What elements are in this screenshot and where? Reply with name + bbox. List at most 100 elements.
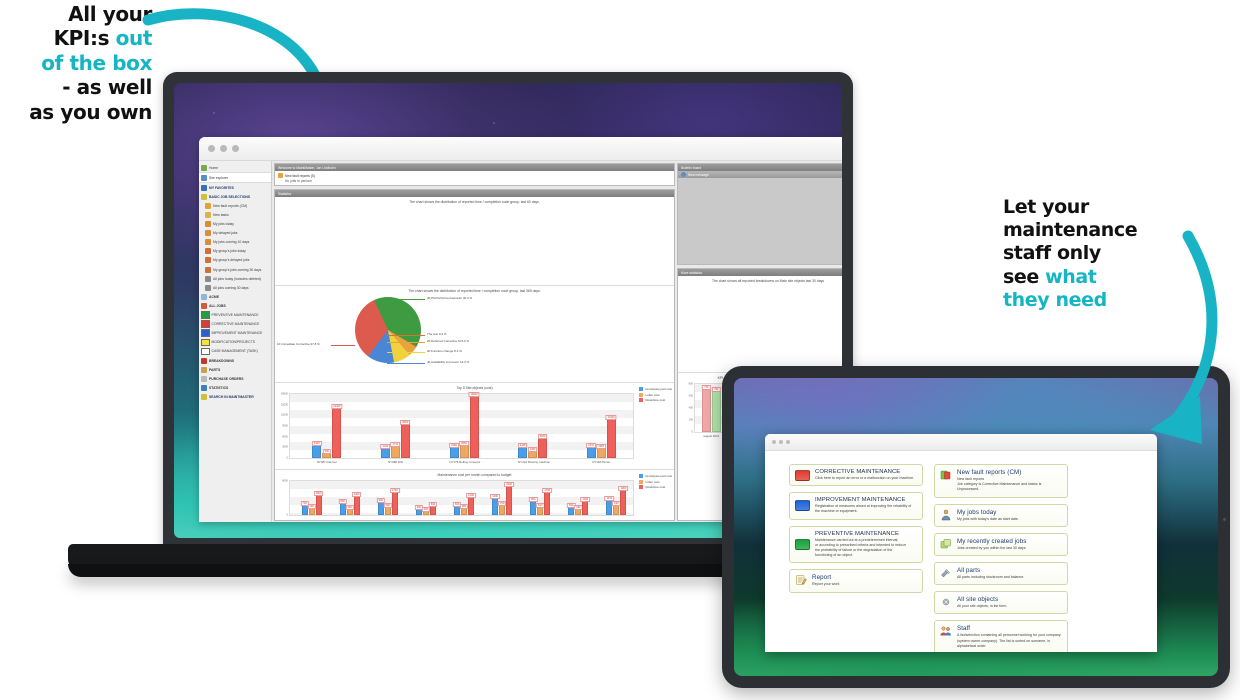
sidebar-item-new-fault-reports-cm[interactable]: New fault reports (CM) [199,201,271,210]
sidebar-item-statistics[interactable]: STATISTICS [199,383,271,392]
sidebar-item-new-tasks[interactable]: New tasks [199,210,271,219]
sidebar-item-preventive-maintenance[interactable]: PREVENTIVE MAINTENANCE [199,311,271,320]
card-text: Staff A list/selection containing all per… [957,625,1062,649]
sidebar-item-my-group-s-jobs-today[interactable]: My group's jobs today [199,247,271,256]
y-axis-tick: 600 [688,394,693,398]
new-message-button[interactable]: New message [678,171,842,178]
card-description: All parts including stockroom and balanc… [957,575,1025,580]
maintenance-card-improvement-maintenance[interactable]: IMPROVEMENT MAINTENANCE Registration of m… [789,492,923,520]
window-dot-close[interactable] [772,440,776,444]
bar-value-label: 700 [497,500,507,506]
sidebar-item-site-explorer[interactable]: Site explorer [199,172,271,184]
sidebar-item-basic-job-selections[interactable]: BASIC JOB SELECTIONS [199,192,271,201]
gear-icon [942,598,950,606]
maintmaster-tablet-window[interactable]: CORRECTIVE MAINTENANCE Click here to repo… [765,434,1157,652]
sidebar-item-acme[interactable]: ACME [199,292,271,301]
card-description: Registration of measures aimed at improv… [815,504,912,514]
sidebar-item-icon [201,357,207,364]
card-title: Staff [957,625,971,633]
sidebar-item-label: My group's jobs today [213,249,246,254]
legend-entry: Item/spare part cost [639,474,672,478]
welcome-panel: Welcome to MaintMaster, Jon Lindholm New… [274,163,675,186]
quick-link-my-recently-created-jobs[interactable]: My recently created jobs Jobs created by … [934,532,1068,557]
sidebar-item-search-in-maintmaster[interactable]: SEARCH IN MAINTMASTER [199,392,271,401]
bar: 13400 [331,404,343,458]
sidebar-item-icon [205,257,211,264]
sidebar-item-my-jobs-today[interactable]: My jobs today [199,220,271,229]
legend-swatch-icon [639,474,644,478]
window-dot-maximize[interactable] [786,440,790,444]
quick-links-list[interactable]: New fault reports (CM) New fault reports J… [934,464,1068,652]
sidebar-item-modification-projects[interactable]: MODIFICATION/PROJECTS [199,338,271,347]
bar-value-label: 2425 [517,443,528,449]
maintenance-card-report[interactable]: Report Report your work [789,569,923,593]
sidebar-item-my-group-s-jobs-coming-30-days[interactable]: My group's jobs coming 30 days [199,265,271,274]
bar: 8900 [400,420,411,458]
window-dot-maximize[interactable] [232,145,239,152]
window-dot-close[interactable] [208,145,215,152]
bar: 1400 [351,492,362,515]
pie-leader-line [387,342,425,343]
bar: 700 [497,500,507,515]
sidebar-item-label: My jobs today [213,222,234,227]
sidebar-item-icon [205,266,211,273]
bar: 1450 [527,446,538,458]
sidebar-item-icon [201,366,207,373]
bar: 1000 [580,496,591,515]
sidebar-item-all-jobs-today-includes-deleted[interactable]: All jobs today (includes deleted) [199,274,271,283]
bar-group: 2441 2255 10440 NY118 Primer [586,394,617,464]
quick-link-all-parts[interactable]: All parts All parts including stockroom a… [934,562,1068,586]
sidebar-item-all-jobs[interactable]: ALL JOBS [199,301,271,310]
bar-value-label: 13400 [331,404,343,410]
sidebar-item-home[interactable]: Home [199,163,271,172]
sidebar-item-my-group-s-delayed-jobs[interactable]: My group's delayed jobs [199,256,271,265]
no-jobs-label: No jobs to perform [285,179,313,183]
window-dot-minimize[interactable] [220,145,227,152]
sidebar-item-my-favorites[interactable]: MY FAVORITES [199,183,271,192]
quick-link-my-jobs-today[interactable]: My jobs today My jobs with today's date a… [934,503,1068,527]
sidebar-item-corrective-maintenance[interactable]: CORRECTIVE MAINTENANCE [199,320,271,329]
bar: 350 [345,504,354,515]
bar: 2441 [586,443,597,458]
tablet-body: CORRECTIVE MAINTENANCE Click here to repo… [722,366,1230,688]
sidebar-item-label: ACME [209,294,219,299]
sidebar-item-label: My jobs coming 10 days [213,240,250,245]
bar-value-label: 770 [702,384,711,390]
bar: 640 [612,501,621,515]
bar: 1700 [389,488,400,515]
fault-reports-row[interactable]: New fault reports (5) [278,173,671,178]
sidebar-item-my-jobs-coming-10-days[interactable]: My jobs coming 10 days [199,238,271,247]
bar: 1500 [313,490,324,515]
callout-line: see what [1003,265,1097,288]
sidebar-item-my-delayed-jobs[interactable]: My delayed jobs [199,229,271,238]
sidebar-item-purchase-orders[interactable]: PURCHASE ORDERS [199,374,271,383]
quick-link-staff[interactable]: Staff A list/selection containing all per… [934,620,1068,652]
pie-slice-label: 20 Deferred Corrective M 5.0 % [427,339,470,343]
breakdowns-chart-block: The chart shows all reported breakdowns … [678,276,842,373]
sidebar-item-case-management-task[interactable]: CASE MANAGEMENT (TASK) [199,347,271,356]
sidebar-item-parts[interactable]: PARTS [199,365,271,374]
sidebar-item-improvement-maintenance[interactable]: IMPROVEMENT MAINTENANCE [199,329,271,338]
legend-entry: Downtime cost [639,398,672,402]
card-title: All parts [957,567,981,575]
people-icon [940,626,951,636]
window-dot-minimize[interactable] [779,440,783,444]
quick-link-all-site-objects[interactable]: All site objects All your site objects, i… [934,591,1068,615]
sidebar-item-label: Home [209,165,219,170]
bar: 3125 [311,440,322,458]
bar-value-label: 800 [338,499,347,505]
tablet-device: CORRECTIVE MAINTENANCE Click here to repo… [722,366,1240,700]
sidebar-item-all-jobs-coming-30-days[interactable]: All jobs coming 30 days [199,283,271,292]
maintenance-card-corrective-maintenance[interactable]: CORRECTIVE MAINTENANCE Click here to repo… [789,464,923,487]
callout-line: All your [68,2,152,26]
sidebar-item-icon [201,193,207,200]
maintenance-card-preventive-maintenance[interactable]: PREVENTIVE MAINTENANCE Maintenance carrie… [789,525,923,564]
promo-stage: All your KPI:s out of the box - as well … [0,0,1240,700]
sidebar-navigation[interactable]: Home Site explorer MY FAVORITES BASIC JOB S… [199,161,272,522]
quick-link-new-fault-reports-cm[interactable]: New fault reports (CM) New fault reports J… [934,464,1068,498]
maintenance-type-list[interactable]: CORRECTIVE MAINTENANCE Click here to repo… [789,464,923,652]
sidebar-item-breakdowns[interactable]: BREAKDOWNS [199,356,271,365]
y-axis-tick: 800 [688,382,693,386]
bar-value-label: 330 [574,505,583,510]
y-axis: 0 8000 [277,480,289,517]
